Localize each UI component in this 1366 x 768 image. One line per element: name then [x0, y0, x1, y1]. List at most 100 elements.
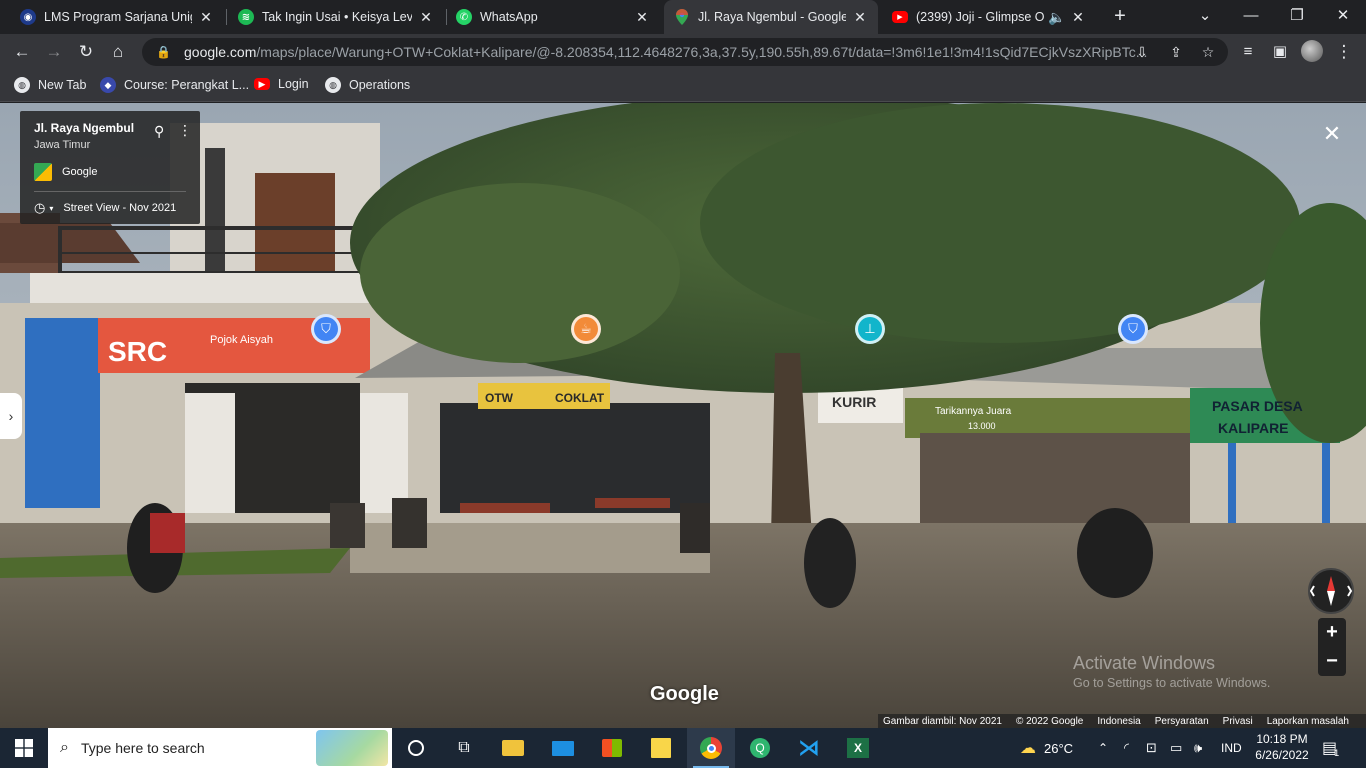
whatsapp-icon: ✆	[456, 9, 472, 25]
install-icon[interactable]: ⇩	[1132, 42, 1152, 62]
map-pin-icon[interactable]: ⚲	[154, 123, 164, 140]
shopping-bag-icon[interactable]: ⛉	[1118, 314, 1148, 344]
tab-search-icon[interactable]: ⌄	[1182, 0, 1228, 34]
sign-coklat: COKLAT	[555, 391, 605, 405]
more-options-icon[interactable]: ⋮	[178, 122, 192, 139]
taskbar-search-box[interactable]: ⌕ Type here to search	[48, 728, 392, 768]
course-icon: ◆	[100, 77, 116, 93]
bookmark-star-icon[interactable]: ☆	[1198, 42, 1218, 62]
bookmark-label: Operations	[349, 78, 411, 92]
media-control-icon[interactable]: ≡	[1236, 40, 1260, 64]
menu-kebab-icon[interactable]: ⋮	[1332, 40, 1356, 64]
close-tab-icon[interactable]: ✕	[198, 9, 214, 26]
restore-button[interactable]: ❐	[1274, 0, 1320, 34]
globe-icon: ◍	[14, 77, 30, 93]
bookmark-course[interactable]: ◆ Course: Perangkat L...	[100, 77, 249, 93]
chrome-taskbar-icon[interactable]	[687, 728, 735, 768]
close-tab-icon[interactable]: ✕	[852, 9, 868, 26]
bookmark-new-tab[interactable]: ◍ New Tab	[14, 77, 86, 93]
address-bar[interactable]: 🔒 google.com/maps/place/Warung+OTW+Cokla…	[142, 38, 1228, 66]
sign-src: SRC	[108, 336, 167, 367]
side-panel-icon[interactable]: ▣	[1268, 40, 1292, 64]
street-view-image[interactable]: SRC Pojok Aisyah OTW COKLAT KURIR Tarika…	[0, 103, 1366, 728]
bookmark-operations[interactable]: ◍ Operations	[325, 77, 410, 93]
street-view-date-button[interactable]: ◷ ▾ Street View - Nov 2021	[34, 200, 186, 216]
excel-icon[interactable]: X	[834, 728, 882, 768]
zoom-out-button[interactable]: −	[1318, 647, 1346, 676]
tab-title: LMS Program Sarjana Uniga	[44, 10, 192, 24]
reload-icon[interactable]: ↻	[74, 40, 98, 64]
compass-control[interactable]	[1308, 568, 1354, 614]
region-link[interactable]: Indonesia	[1092, 716, 1149, 727]
close-tab-icon[interactable]: ✕	[1070, 9, 1086, 26]
start-button[interactable]	[0, 728, 48, 768]
close-window-button[interactable]: ✕	[1320, 0, 1366, 34]
watermark-subtitle: Go to Settings to activate Windows.	[1073, 676, 1271, 690]
terms-link[interactable]: Persyaratan	[1150, 716, 1218, 727]
cafe-icon[interactable]: ☕	[571, 314, 601, 344]
task-view-icon[interactable]: ⧉	[440, 728, 488, 768]
new-tab-button[interactable]: +	[1108, 5, 1132, 29]
volume-icon[interactable]: 🕪	[1194, 728, 1202, 768]
battery-icon[interactable]: ▭	[1170, 728, 1182, 768]
mail-icon[interactable]	[539, 728, 587, 768]
weather-widget[interactable]: ☁ 26°C	[1020, 728, 1073, 768]
audio-playing-icon[interactable]: 🔈	[1048, 9, 1065, 26]
cortana-icon[interactable]	[392, 728, 440, 768]
spotify-icon: ≋	[238, 9, 254, 25]
search-highlight-icon[interactable]	[316, 730, 388, 766]
forward-icon[interactable]: →	[42, 40, 66, 64]
shopping-bag-icon[interactable]: ⛉	[311, 314, 341, 344]
privacy-link[interactable]: Privasi	[1218, 716, 1262, 727]
sticky-notes-icon[interactable]	[637, 728, 685, 768]
zoom-in-button[interactable]: +	[1318, 618, 1346, 647]
profile-avatar[interactable]	[1300, 40, 1324, 64]
file-explorer-icon[interactable]	[489, 728, 537, 768]
share-icon[interactable]: ⇪	[1166, 42, 1186, 62]
lock-icon[interactable]: 🔒	[156, 45, 172, 59]
youtube-icon: ▶	[254, 78, 270, 90]
activate-windows-watermark: Activate Windows Go to Settings to activ…	[1073, 653, 1270, 690]
provider-row[interactable]: Google	[34, 163, 186, 181]
bookmark-label: New Tab	[38, 78, 87, 92]
tab-whatsapp[interactable]: ✆ WhatsApp ✕	[446, 0, 660, 34]
watermark-title: Activate Windows	[1073, 653, 1216, 673]
tab-lms[interactable]: ◉ LMS Program Sarjana Uniga ✕	[10, 0, 224, 34]
notification-count: 1	[1334, 748, 1340, 758]
tab-youtube[interactable]: ▶ (2399) Joji - Glimpse Of U 🔈 ✕	[882, 0, 1096, 34]
tab-spotify[interactable]: ≋ Tak Ingin Usai • Keisya Levron ✕	[228, 0, 444, 34]
meet-now-icon[interactable]: ⊡	[1146, 728, 1157, 768]
tab-title: Jl. Raya Ngembul - Google M	[698, 10, 846, 24]
bookmark-login[interactable]: ▶ Login	[254, 77, 309, 91]
show-hidden-icons[interactable]: ⌃	[1098, 728, 1108, 768]
close-street-view-button[interactable]: ✕	[1320, 123, 1344, 147]
wifi-icon[interactable]: ◜	[1124, 728, 1129, 768]
weather-cloud-icon: ☁	[1020, 740, 1036, 757]
close-tab-icon[interactable]: ✕	[418, 9, 434, 26]
expand-side-panel-button[interactable]: ›	[0, 393, 22, 439]
system-clock[interactable]: 10:18 PM 6/26/2022	[1250, 731, 1314, 763]
google-logo: Google	[650, 683, 719, 705]
monument-icon[interactable]: ⊥	[855, 314, 885, 344]
maps-footer: Gambar diambil: Nov 2021 © 2022 Google I…	[878, 714, 1366, 728]
notifications-icon[interactable]: ▤ 1	[1322, 728, 1339, 768]
microsoft-store-icon[interactable]	[588, 728, 636, 768]
minimize-button[interactable]: —	[1228, 0, 1274, 34]
home-icon[interactable]: ⌂	[106, 40, 130, 64]
location-subtitle: Jawa Timur	[34, 139, 91, 151]
vscode-icon[interactable]: ⋊	[785, 728, 833, 768]
tab-strip: ◉ LMS Program Sarjana Uniga ✕ ≋ Tak Ingi…	[0, 0, 1366, 34]
copyright-text: © 2022 Google	[1015, 715, 1084, 727]
compass-needle-icon	[1309, 576, 1353, 606]
weather-temp: 26°C	[1044, 740, 1074, 756]
report-problem-link[interactable]: Laporkan masalah	[1262, 716, 1358, 727]
close-tab-icon[interactable]: ✕	[634, 9, 650, 26]
location-info-card: Jl. Raya Ngembul Jawa Timur ⚲ ⋮ Google ◷…	[20, 111, 200, 224]
sign-src-sub: Pojok Aisyah	[210, 334, 273, 346]
street-view-panorama[interactable]: SRC Pojok Aisyah OTW COKLAT KURIR Tarika…	[0, 103, 1366, 728]
youtube-icon: ▶	[892, 11, 908, 23]
back-icon[interactable]: ←	[10, 40, 34, 64]
input-language[interactable]: IND	[1221, 728, 1242, 768]
tab-google-maps[interactable]: Jl. Raya Ngembul - Google M ✕	[664, 0, 878, 34]
app-icon-green[interactable]: Q	[736, 728, 784, 768]
